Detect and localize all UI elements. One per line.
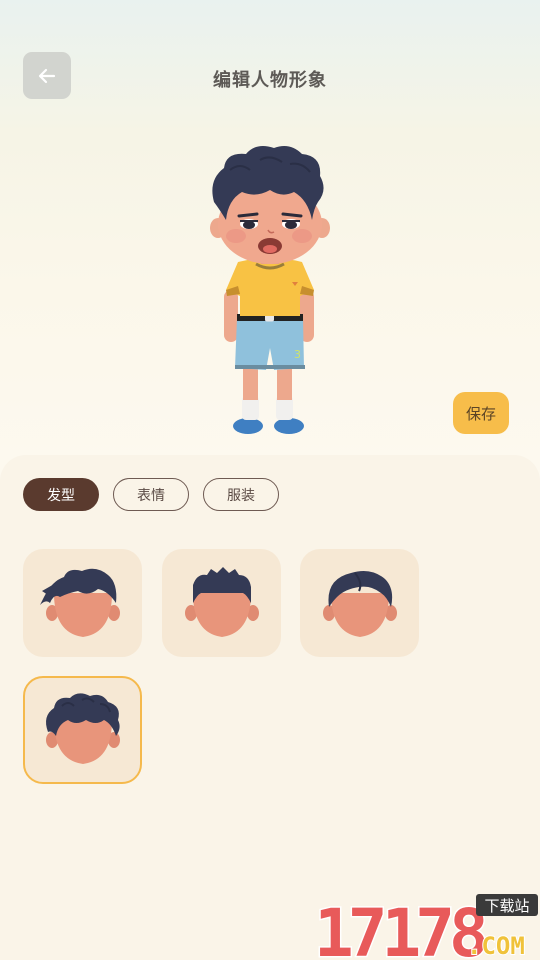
watermark-domain: .COM	[467, 932, 525, 960]
hairstyle-curly-icon	[45, 693, 120, 764]
tab-expression[interactable]: 表情	[113, 478, 189, 511]
save-button[interactable]: 保存	[453, 392, 509, 434]
hairstyle-option-2[interactable]	[162, 549, 281, 657]
hairstyle-option-1[interactable]	[23, 549, 142, 657]
svg-text:3: 3	[294, 348, 301, 361]
watermark-badge: 下载站	[484, 897, 529, 915]
hairstyle-option-4[interactable]	[23, 676, 142, 784]
watermark-logo: 17178 下载站 .COM	[313, 894, 538, 960]
hairstyle-side-part-icon	[322, 571, 397, 637]
page-title: 编辑人物形象	[213, 70, 327, 91]
watermark-number: 17178	[314, 895, 485, 960]
tab-hairstyle[interactable]: 发型	[23, 478, 99, 511]
tab-clothing[interactable]: 服装	[203, 478, 279, 511]
hairstyle-option-3[interactable]	[300, 549, 419, 657]
character-avatar: 3	[210, 146, 330, 434]
hairstyle-crew-cut-icon	[184, 567, 259, 637]
hairstyle-spiky-side-icon	[39, 568, 120, 637]
